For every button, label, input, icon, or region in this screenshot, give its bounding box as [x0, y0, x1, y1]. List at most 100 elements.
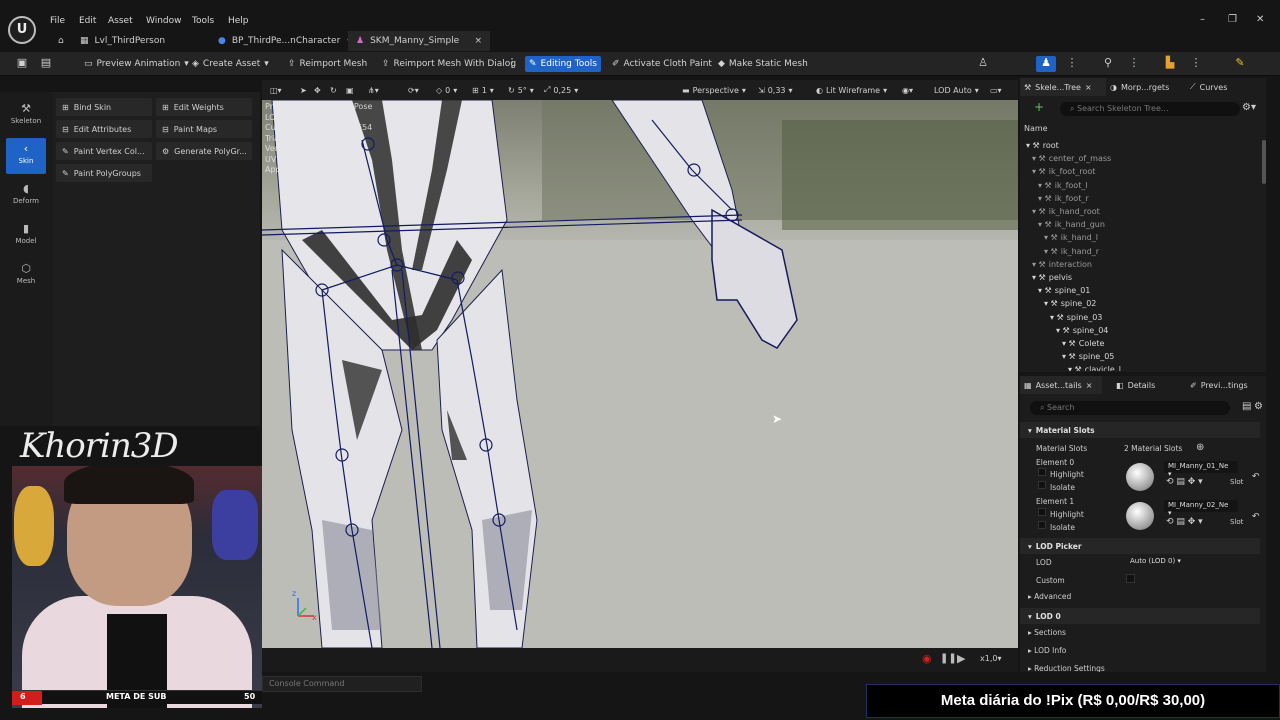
- highlight-checkbox[interactable]: [1038, 508, 1046, 516]
- bone-options-icon[interactable]: ⋔▾: [368, 83, 379, 97]
- material-dropdown[interactable]: MI_Manny_02_Ne ▾: [1164, 500, 1238, 517]
- skeleton-mode-icon[interactable]: ♙: [973, 56, 993, 72]
- rotation-snap-toggle[interactable]: ↻ 5° ▾: [508, 83, 534, 97]
- pause-icon[interactable]: ❚❚: [940, 653, 957, 664]
- paint-vertex-color-button[interactable]: ✎ Paint Vertex Col...: [56, 142, 152, 160]
- generate-polygroups-button[interactable]: ⚙ Generate PolyGr...: [156, 142, 252, 160]
- bone-row[interactable]: ▾ ⚒ spine_01: [1038, 284, 1090, 297]
- material-slots-section[interactable]: ▾ Material Slots: [1020, 422, 1260, 438]
- name-column-header[interactable]: Name: [1024, 124, 1048, 133]
- custom-checkbox[interactable]: [1126, 574, 1135, 583]
- lod-dropdown[interactable]: LOD Auto ▾: [934, 83, 979, 97]
- play-speed-dropdown[interactable]: x1,0▾: [980, 654, 1001, 663]
- asset-action-icons[interactable]: ⟲ ▤ ✥ ▾: [1166, 477, 1203, 487]
- tab-home[interactable]: ⌂: [50, 31, 72, 51]
- bone-row[interactable]: ▾ ⚒ pelvis: [1032, 271, 1072, 284]
- settings-icon[interactable]: ⚙▾: [1242, 102, 1256, 113]
- bone-row[interactable]: ▾ ⚒ ik_foot_l: [1038, 179, 1088, 192]
- bone-row[interactable]: ▾ ⚒ root: [1026, 139, 1059, 152]
- mesh-mode-icon[interactable]: ♟: [1036, 56, 1056, 72]
- tab-skeletal-mesh[interactable]: ♟ SKM_Manny_Simple ×: [348, 31, 490, 51]
- reset-icon[interactable]: ↶: [1252, 472, 1260, 482]
- scale-snap-toggle[interactable]: ⤢ 0,25 ▾: [544, 83, 578, 97]
- bone-row[interactable]: ▾ ⚒ spine_04: [1056, 324, 1108, 337]
- camera-speed-dropdown[interactable]: ⇲ 0,33 ▾: [758, 83, 793, 97]
- isolate-checkbox[interactable]: [1038, 521, 1046, 529]
- more-options-icon[interactable]: ⋮: [502, 56, 522, 72]
- bone-row[interactable]: ▾ ⚒ ik_hand_r: [1044, 245, 1099, 258]
- bone-row[interactable]: ▾ ⚒ ik_hand_l: [1044, 231, 1098, 244]
- highlight-checkbox[interactable]: [1038, 468, 1046, 476]
- sections-expander[interactable]: ▸ Sections: [1028, 628, 1066, 637]
- blueprint-mode-icon[interactable]: ▙: [1160, 56, 1180, 72]
- tab-preview-settings[interactable]: ✐ Previ...tings: [1186, 376, 1252, 394]
- menu-tools[interactable]: Tools: [192, 16, 214, 26]
- menu-edit[interactable]: Edit: [79, 16, 96, 26]
- paint-polygroups-button[interactable]: ✎ Paint PolyGroups: [56, 164, 152, 182]
- bind-skin-button[interactable]: ⊞ Bind Skin: [56, 98, 152, 116]
- bone-row[interactable]: ▾ ⚒ interaction: [1032, 258, 1092, 271]
- material-thumbnail[interactable]: [1126, 463, 1154, 491]
- tab-asset-details[interactable]: ▦ Asset...tails ×: [1020, 376, 1102, 394]
- bone-row[interactable]: ▾ ⚒ clavicle_l: [1068, 363, 1121, 371]
- reset-icon[interactable]: ↶: [1252, 512, 1260, 522]
- create-asset-button[interactable]: ◈ Create Asset ▾: [188, 56, 273, 72]
- material-thumbnail[interactable]: [1126, 502, 1154, 530]
- advanced-expander[interactable]: ▸ Advanced: [1028, 592, 1071, 601]
- surface-snap-toggle[interactable]: ◇ 0 ▾: [436, 83, 457, 97]
- more-options-icon[interactable]: ⋮: [1124, 56, 1144, 72]
- close-icon[interactable]: ×: [474, 36, 482, 46]
- show-flags-icon[interactable]: ◉▾: [902, 83, 913, 97]
- save-icon[interactable]: ▣: [12, 56, 32, 72]
- console-command-input[interactable]: Console Command: [262, 676, 422, 692]
- coordinate-space-icon[interactable]: ⟳▾: [408, 83, 419, 97]
- play-icon[interactable]: ▶: [957, 652, 965, 665]
- layout-icon[interactable]: ▭▾: [990, 83, 1002, 97]
- reduction-expander[interactable]: ▸ Reduction Settings: [1028, 664, 1105, 672]
- browse-folder-icon[interactable]: ▤: [36, 56, 56, 72]
- bone-row[interactable]: ▾ ⚒ center_of_mass: [1032, 152, 1111, 165]
- tab-level[interactable]: ▦ Lvl_ThirdPerson: [72, 31, 173, 51]
- close-icon[interactable]: ×: [1086, 381, 1093, 390]
- bone-row[interactable]: ▾ ⚒ ik_foot_root: [1032, 165, 1095, 178]
- bone-row[interactable]: ▾ ⚒ ik_foot_r: [1038, 192, 1089, 205]
- tab-morph-targets[interactable]: ◑ Morp...rgets: [1106, 78, 1173, 96]
- unreal-logo-icon[interactable]: U: [8, 16, 36, 44]
- bone-row[interactable]: ▾ ⚒ spine_02: [1044, 297, 1096, 310]
- lod-dropdown[interactable]: Auto (LOD 0) ▾: [1126, 556, 1200, 568]
- bone-row[interactable]: ▾ ⚒ spine_05: [1062, 350, 1114, 363]
- reimport-mesh-button[interactable]: ⇪ Reimport Mesh: [284, 56, 371, 72]
- animation-mode-icon[interactable]: ⚲: [1098, 56, 1118, 72]
- skeleton-tree-scrollbar[interactable]: [1262, 140, 1266, 184]
- settings-icon[interactable]: ⚙: [1254, 401, 1263, 412]
- details-search-input[interactable]: ⌕ Search: [1030, 401, 1230, 415]
- bone-row[interactable]: ▾ ⚒ Colete: [1062, 337, 1104, 350]
- perspective-dropdown[interactable]: ▬ Perspective ▾: [682, 83, 746, 97]
- view-options-icon[interactable]: ▤: [1242, 401, 1251, 412]
- make-static-mesh-button[interactable]: ◆ Make Static Mesh: [714, 56, 812, 72]
- mode-mesh[interactable]: ⬡ Mesh: [6, 258, 46, 294]
- close-icon[interactable]: ×: [1085, 83, 1092, 92]
- reimport-dialog-button[interactable]: ⇪ Reimport Mesh With Dialog: [378, 56, 520, 72]
- preview-animation-button[interactable]: ▭ Preview Animation ▾: [80, 56, 193, 72]
- tab-skeleton-tree[interactable]: ⚒ Skele...Tree ×: [1020, 78, 1106, 96]
- menu-file[interactable]: File: [50, 16, 65, 26]
- grid-snap-toggle[interactable]: ⊞ 1 ▾: [472, 83, 494, 97]
- skeleton-search-input[interactable]: ⌕ Search Skeleton Tree...: [1060, 102, 1240, 116]
- menu-help[interactable]: Help: [228, 16, 249, 26]
- translate-icon[interactable]: ✥: [314, 83, 321, 97]
- rotate-icon[interactable]: ↻: [330, 83, 337, 97]
- more-options-icon[interactable]: ⋮: [1062, 56, 1082, 72]
- tab-curves[interactable]: ⟋ Curves: [1186, 78, 1231, 96]
- mode-skeleton[interactable]: ⚒ Skeleton: [6, 98, 46, 134]
- select-icon[interactable]: ➤: [300, 83, 307, 97]
- edit-attributes-button[interactable]: ⊟ Edit Attributes: [56, 120, 152, 138]
- mode-skin[interactable]: ‹ Skin: [6, 138, 46, 174]
- 3d-viewport[interactable]: z x Previewing Reference Pose LOD: 0 Cur…: [262, 100, 1018, 648]
- scale-icon[interactable]: ▣: [346, 83, 354, 97]
- bone-row[interactable]: ▾ ⚒ ik_hand_root: [1032, 205, 1100, 218]
- maximize-icon[interactable]: ❐: [1228, 14, 1237, 25]
- more-options-icon[interactable]: ⋮: [1186, 56, 1206, 72]
- asset-action-icons[interactable]: ⟲ ▤ ✥ ▾: [1166, 517, 1203, 527]
- bone-row[interactable]: ▾ ⚒ spine_03: [1050, 311, 1102, 324]
